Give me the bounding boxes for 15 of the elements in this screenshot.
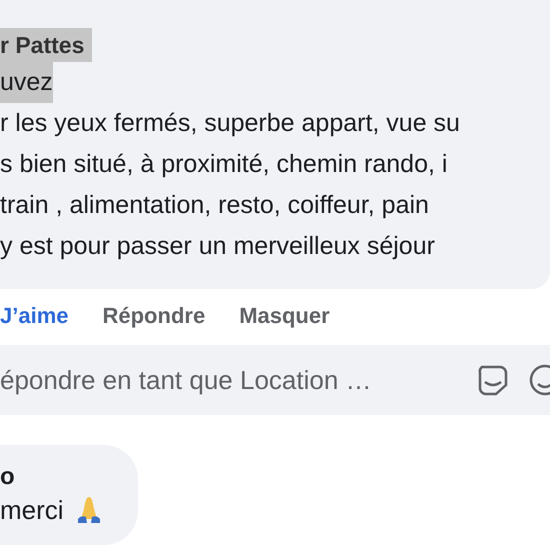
reply-input-field[interactable]: épondre en tant que Location …	[0, 364, 458, 396]
comment-author[interactable]: r Pattes	[0, 28, 92, 62]
comment-action-link[interactable]: Répondre	[102, 303, 206, 329]
reply-text: merci	[0, 494, 64, 526]
comment-action-link[interactable]: J’aime	[0, 303, 68, 329]
comment-text: train , alimentation, resto, coiffeur, pain	[0, 190, 429, 221]
sticker-icon[interactable]	[476, 363, 510, 397]
comment-text: s bien situé, à proximité, chemin rando, i	[0, 149, 448, 180]
reply-field[interactable]: épondre en tant que Location …	[0, 345, 550, 415]
emoji-icon[interactable]	[528, 363, 550, 397]
comment-action-link[interactable]: Masquer	[239, 303, 330, 329]
comment-text: y est pour passer un merveilleux séjour	[0, 231, 435, 262]
comment-text: uvez	[0, 62, 53, 103]
reply-author[interactable]: o	[0, 461, 15, 493]
comment-text: r les yeux fermés, superbe appart, vue su	[0, 108, 460, 139]
